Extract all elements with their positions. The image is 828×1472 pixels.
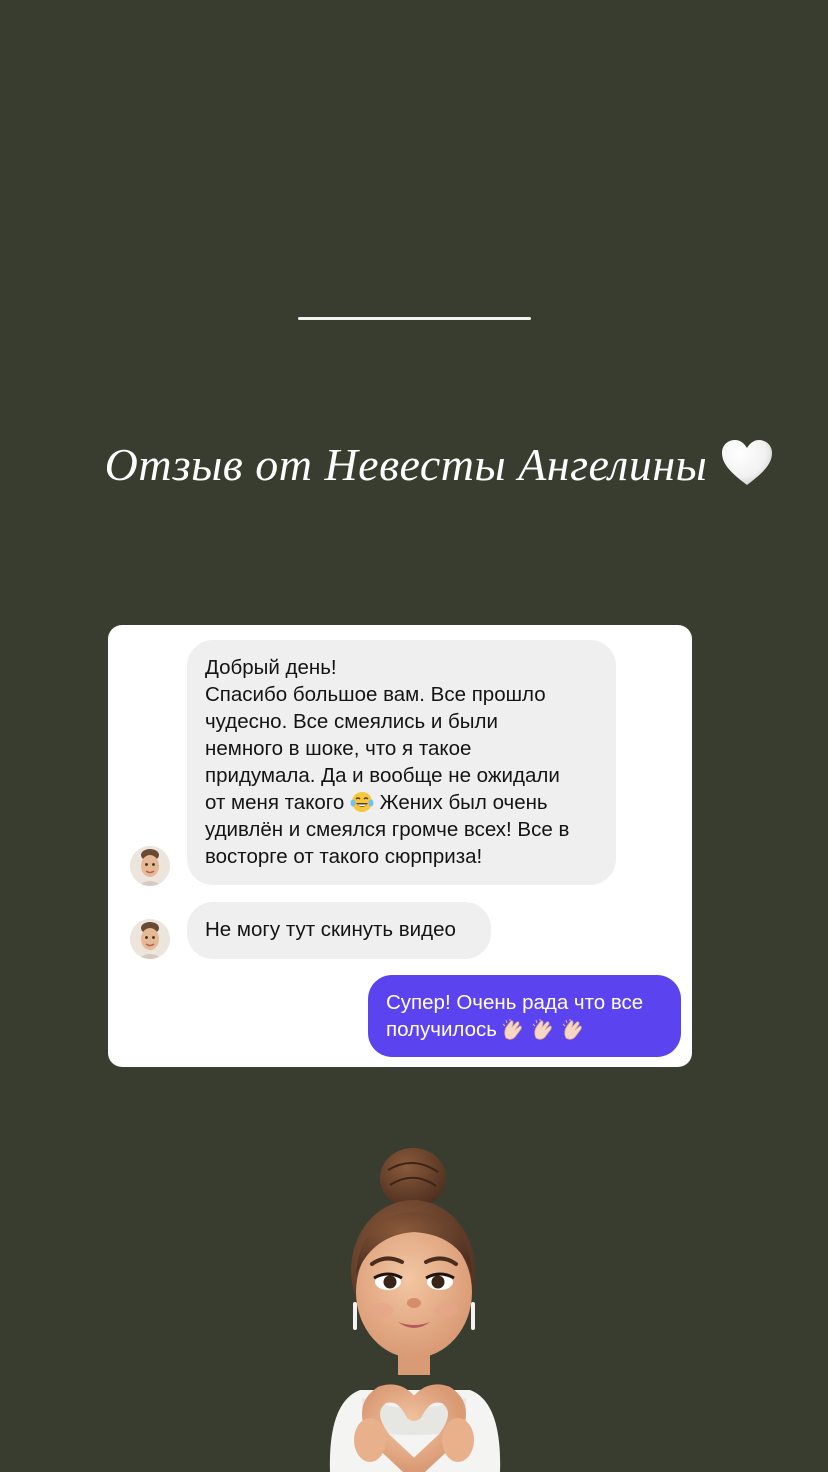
laughing-tears-emoji: [350, 792, 374, 812]
chat-screenshot: Добрый день! Спасибо большое вам. Все пр…: [108, 625, 692, 1067]
incoming-message: Добрый день! Спасибо большое вам. Все пр…: [187, 640, 616, 885]
bride-memoji-sticker: [329, 1148, 501, 1472]
sender-avatar[interactable]: [130, 919, 170, 959]
decorative-divider: [298, 317, 531, 320]
outgoing-message: Супер! Очень рада что все получилось: [368, 975, 681, 1057]
avatar-image: [130, 846, 170, 886]
clapping-hands-emoji: [532, 1019, 552, 1040]
sender-avatar[interactable]: [130, 846, 170, 886]
story-title: Отзыв от Невесты Ангелины: [0, 438, 828, 491]
white-heart-icon: [722, 439, 773, 485]
clapping-hands-emoji: [502, 1019, 522, 1040]
incoming-message: Не могу тут скинуть видео: [187, 902, 491, 959]
story-title-text: Отзыв от Невесты Ангелины: [104, 439, 708, 490]
avatar-image: [130, 919, 170, 959]
clapping-hands-emoji: [562, 1019, 582, 1040]
